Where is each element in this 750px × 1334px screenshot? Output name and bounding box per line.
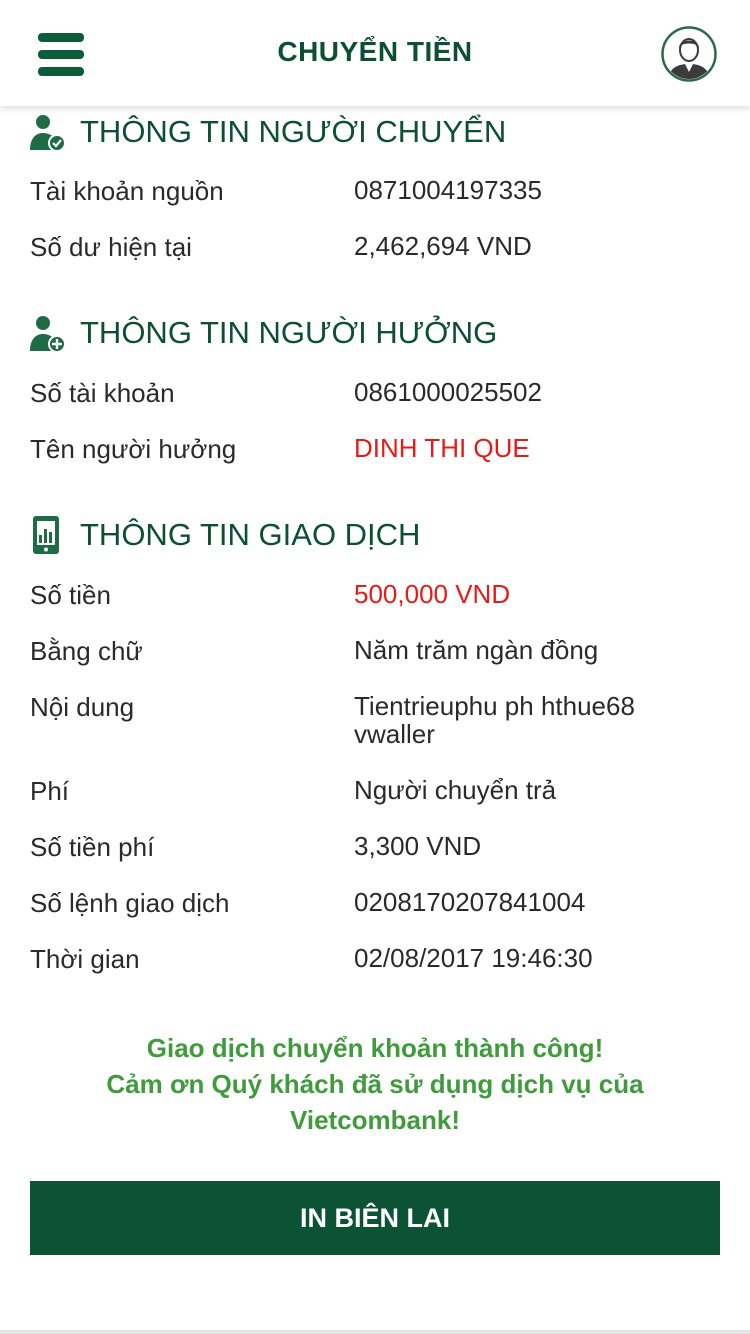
row-label: Nội dung <box>30 692 135 722</box>
row-label: Thời gian <box>30 944 140 974</box>
beneficiary-section-header: THÔNG TIN NGƯỜI HƯỞNG <box>28 313 728 353</box>
transfer-receipt-screen: CHUYỂN TIỀN THÔNG TIN NGƯỜI CHUYỂN Tài k… <box>0 0 750 1334</box>
row-value: 2,462,694 VND <box>354 231 532 261</box>
row-value: 02/08/2017 19:46:30 <box>354 943 593 973</box>
row-value: 0871004197335 <box>354 175 542 205</box>
success-message: Giao dịch chuyển khoản thành công! Cảm ơ… <box>60 1030 690 1138</box>
sender-section-header: THÔNG TIN NGƯỜI CHUYỂN <box>28 112 728 152</box>
row-value: Năm trăm ngàn đồng <box>354 635 599 665</box>
section-title: THÔNG TIN NGƯỜI CHUYỂN <box>80 114 507 149</box>
app-header: CHUYỂN TIỀN <box>0 0 750 106</box>
row-value: 3,300 VND <box>354 831 482 861</box>
receipt-chart-icon <box>33 516 59 554</box>
row-label: Số tiền phí <box>30 832 155 862</box>
row-label: Bằng chữ <box>30 636 143 666</box>
section-title: THÔNG TIN GIAO DỊCH <box>80 517 421 552</box>
row-value: DINH THI QUE <box>354 433 530 463</box>
user-avatar-icon[interactable] <box>661 26 717 82</box>
print-receipt-button[interactable]: IN BIÊN LAI <box>30 1181 720 1255</box>
row-label: Tên người hưởng <box>30 434 237 464</box>
success-line-1: Giao dịch chuyển khoản thành công! <box>146 1033 604 1063</box>
row-value: 0861000025502 <box>354 377 542 407</box>
row-label: Số tiền <box>30 580 111 610</box>
row-value: Tientrieuphu ph hthue68 vwaller <box>354 691 635 749</box>
transaction-section-header: THÔNG TIN GIAO DỊCH <box>28 515 728 555</box>
row-label: Phí <box>30 776 70 806</box>
row-label: Số tài khoản <box>30 378 175 408</box>
row-value: 500,000 VND <box>354 579 511 609</box>
page-title: CHUYỂN TIỀN <box>277 36 473 67</box>
row-label: Số lệnh giao dịch <box>30 888 230 918</box>
success-line-2: Cảm ơn Quý khách đã sử dụng dịch vụ của <box>106 1069 644 1099</box>
bottom-divider <box>0 1330 750 1334</box>
row-label: Tài khoản nguồn <box>30 176 224 206</box>
success-line-3: Vietcombank! <box>289 1105 460 1135</box>
row-value: Người chuyển trả <box>354 775 557 805</box>
user-check-icon <box>30 115 66 152</box>
user-add-icon <box>30 316 66 353</box>
section-title: THÔNG TIN NGƯỜI HƯỞNG <box>80 315 498 350</box>
row-label: Số dư hiện tại <box>30 232 192 262</box>
row-value: 0208170207841004 <box>354 887 586 917</box>
